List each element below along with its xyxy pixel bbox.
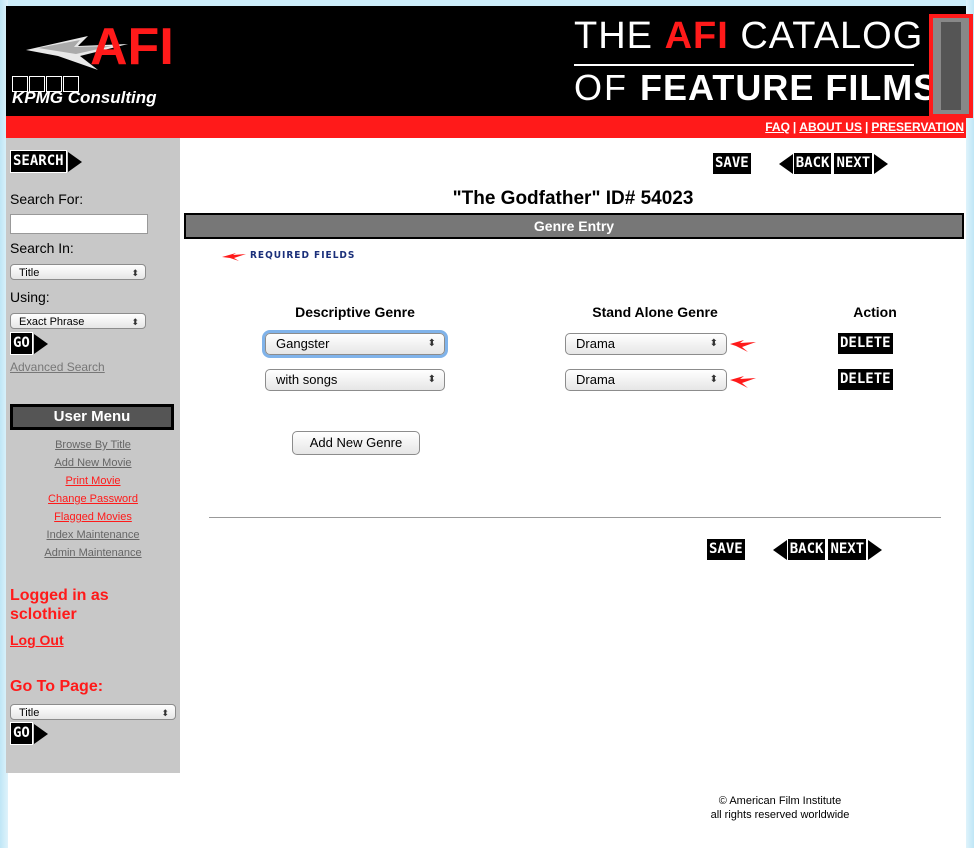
bottom-navigation: SAVE BACK NEXT	[706, 538, 883, 561]
descriptive-genre-value: with songs	[276, 372, 338, 387]
add-new-genre-button[interactable]: Add New Genre	[292, 431, 420, 455]
page-title: "The Godfather" ID# 54023	[452, 188, 694, 209]
go-to-page-button[interactable]: GO	[10, 722, 48, 745]
link-separator: |	[792, 120, 797, 134]
search-button[interactable]: SEARCH	[10, 150, 82, 173]
go-button-label: GO	[10, 722, 34, 745]
search-in-select[interactable]: Title ⬍	[10, 264, 146, 280]
descriptive-genre-select[interactable]: with songs ⬍	[265, 369, 445, 391]
afi-star-logo-icon: AFI	[26, 18, 174, 76]
arrow-right-icon	[33, 723, 48, 744]
search-input[interactable]	[10, 214, 148, 234]
search-in-value: Title	[19, 267, 40, 279]
select-arrows-icon: ⬍	[131, 317, 139, 327]
next-button-top[interactable]: NEXT	[833, 152, 874, 175]
required-star-icon	[730, 340, 756, 352]
user-menu-links: Browse By Title Add New Movie Print Movi…	[6, 436, 180, 562]
stand-alone-genre-header: Stand Alone Genre	[592, 304, 718, 320]
arrow-left-icon	[778, 153, 793, 174]
index-maintenance-link[interactable]: Index Maintenance	[6, 526, 180, 544]
search-in-label: Search In:	[10, 240, 74, 256]
arrow-left-icon	[772, 539, 787, 560]
logged-in-username: sclothier	[10, 606, 77, 623]
admin-maintenance-link[interactable]: Admin Maintenance	[6, 544, 180, 562]
log-out-link[interactable]: Log Out	[10, 632, 64, 648]
stand-alone-genre-value: Drama	[576, 372, 616, 387]
catalog-title-line2: OF FEATURE FILMS	[574, 67, 939, 108]
save-button-top[interactable]: SAVE	[712, 152, 753, 175]
about-us-link[interactable]: ABOUT US	[799, 120, 862, 134]
required-fields-note: REQUIRED FIELDS	[222, 249, 355, 261]
back-button-top[interactable]: BACK	[792, 152, 834, 175]
advanced-search-link[interactable]: Advanced Search	[10, 360, 105, 374]
required-star-icon	[730, 376, 756, 388]
section-header: Genre Entry	[184, 213, 964, 239]
search-for-label: Search For:	[10, 191, 84, 207]
select-arrows-icon: ⬍	[709, 374, 718, 385]
logged-in-status: Logged in as sclothier	[10, 586, 109, 624]
descriptive-genre-select[interactable]: Gangster ⬍	[265, 333, 445, 355]
required-fields-label: REQUIRED FIELDS	[250, 249, 356, 261]
next-button-bottom[interactable]: NEXT	[827, 538, 868, 561]
go-button[interactable]: GO	[10, 332, 48, 355]
select-arrows-icon: ⬍	[427, 374, 436, 385]
add-new-movie-link[interactable]: Add New Movie	[6, 454, 180, 472]
delete-button[interactable]: DELETE	[838, 333, 894, 354]
kpmg-consulting-logo: KPMG Consulting	[12, 88, 157, 107]
footer: © American Film Institute all rights res…	[680, 794, 880, 822]
print-movie-link[interactable]: Print Movie	[6, 472, 180, 490]
film-frame-icon	[929, 14, 973, 118]
go-to-page-select[interactable]: Title ⬍	[10, 704, 176, 720]
user-menu-header: User Menu	[10, 404, 174, 430]
window-right-border	[966, 0, 974, 848]
select-arrows-icon: ⬍	[427, 338, 436, 349]
divider	[209, 517, 941, 518]
site-header: AFI KPMG Consulting THE AFI CATALOG OF F…	[6, 6, 973, 118]
stand-alone-genre-value: Drama	[576, 336, 616, 351]
stand-alone-genre-select[interactable]: Drama ⬍	[565, 333, 727, 355]
action-header: Action	[853, 304, 897, 320]
top-link-bar: FAQ | ABOUT US | PRESERVATION	[6, 116, 966, 138]
select-arrows-icon: ⬍	[161, 708, 169, 718]
select-arrows-icon: ⬍	[709, 338, 718, 349]
sidebar: SEARCH Search For: Search In: Title ⬍ Usi…	[6, 138, 180, 773]
copyright-text: © American Film Institute	[718, 795, 842, 807]
search-button-label: SEARCH	[10, 150, 68, 173]
top-links: FAQ | ABOUT US | PRESERVATION	[765, 120, 964, 134]
select-arrows-icon: ⬍	[131, 268, 139, 278]
flagged-movies-link[interactable]: Flagged Movies	[6, 508, 180, 526]
delete-button[interactable]: DELETE	[838, 369, 894, 390]
browse-by-title-link[interactable]: Browse By Title	[6, 436, 180, 454]
arrow-right-icon	[33, 333, 48, 354]
using-label: Using:	[10, 289, 50, 305]
save-button-bottom[interactable]: SAVE	[706, 538, 747, 561]
afi-logo[interactable]: AFI	[18, 14, 198, 79]
stand-alone-genre-select[interactable]: Drama ⬍	[565, 369, 727, 391]
using-select[interactable]: Exact Phrase ⬍	[10, 313, 146, 329]
arrow-right-icon	[874, 153, 889, 174]
faq-link[interactable]: FAQ	[765, 120, 790, 134]
go-button-label: GO	[10, 332, 34, 355]
rights-text: all rights reserved worldwide	[710, 809, 850, 821]
go-to-page-label: Go To Page:	[10, 678, 104, 695]
change-password-link[interactable]: Change Password	[6, 490, 180, 508]
link-separator: |	[864, 120, 869, 134]
go-to-page-value: Title	[19, 707, 40, 719]
arrow-right-icon	[67, 151, 82, 172]
using-value: Exact Phrase	[19, 316, 85, 328]
preservation-link[interactable]: PRESERVATION	[871, 120, 964, 134]
top-navigation: SAVE BACK NEXT	[712, 152, 889, 175]
back-button-bottom[interactable]: BACK	[786, 538, 828, 561]
arrow-right-icon	[868, 539, 883, 560]
required-star-icon	[222, 253, 246, 261]
descriptive-genre-header: Descriptive Genre	[295, 304, 415, 320]
descriptive-genre-value: Gangster	[276, 336, 330, 351]
svg-text:AFI: AFI	[90, 18, 174, 74]
catalog-title-line1: THE AFI CATALOG	[574, 15, 924, 57]
catalog-logo[interactable]: THE AFI CATALOG OF FEATURE FILMS	[574, 14, 973, 118]
logged-in-label: Logged in as	[10, 587, 109, 604]
